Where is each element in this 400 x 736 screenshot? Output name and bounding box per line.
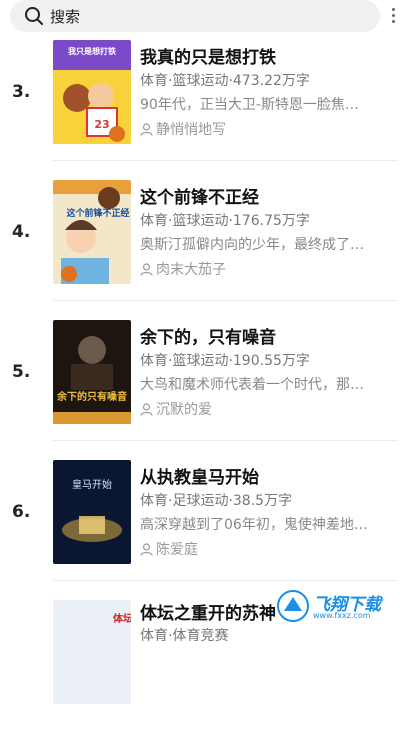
search-icon — [25, 7, 43, 25]
book-meta: 体育·篮球运动·176.75万字 — [140, 213, 310, 229]
book-title: 余下的，只有噪音 — [140, 328, 276, 348]
search-bar[interactable]: 搜索 — [10, 0, 380, 32]
book-description: 大鸟和魔术师代表着一个时代，那… — [140, 377, 364, 393]
book-cover[interactable]: 体坛 — [53, 600, 131, 704]
book-author: 静悄悄地写 — [140, 119, 226, 139]
more-icon[interactable] — [392, 6, 398, 26]
divider — [53, 160, 398, 161]
book-title: 这个前锋不正经 — [140, 188, 259, 208]
divider — [53, 580, 398, 581]
book-author: 陈爱庭 — [140, 539, 198, 559]
book-cover[interactable]: 23 我只是想打铁 — [53, 40, 131, 144]
svg-text:余下的只有噪音: 余下的只有噪音 — [56, 390, 127, 403]
person-icon — [140, 403, 153, 416]
rank-number: 5. — [12, 362, 31, 382]
book-meta: 体育·体育竞赛 — [140, 628, 229, 644]
book-meta: 体育·篮球运动·473.22万字 — [140, 73, 310, 89]
book-meta: 体育·足球运动·38.5万字 — [140, 493, 293, 509]
rank-number: 4. — [12, 222, 31, 242]
watermark-url: www.fxxz.com — [313, 611, 371, 620]
list-item[interactable]: 4. 这个前锋不正经 这个前锋不正经 体育·篮球运动·176.75万字 奥斯汀孤… — [0, 176, 400, 316]
rank-number: 6. — [12, 502, 31, 522]
watermark-logo: 飞翔下载 www.fxxz.com — [276, 586, 396, 626]
svg-text:皇马开始: 皇马开始 — [72, 478, 112, 491]
book-meta: 体育·篮球运动·190.55万字 — [140, 353, 310, 369]
book-cover[interactable]: 这个前锋不正经 — [53, 180, 131, 284]
rank-number: 3. — [12, 82, 31, 102]
svg-text:这个前锋不正经: 这个前锋不正经 — [66, 207, 129, 219]
svg-text:体坛: 体坛 — [113, 612, 131, 625]
svg-text:我只是想打铁: 我只是想打铁 — [68, 46, 116, 56]
book-author: 沉默的爱 — [140, 399, 212, 419]
book-title: 我真的只是想打铁 — [140, 48, 276, 68]
watermark-icon — [277, 590, 309, 622]
book-description: 高深穿越到了06年初，鬼使神差地… — [140, 517, 368, 533]
list-item[interactable]: 6. 皇马开始 从执教皇马开始 体育·足球运动·38.5万字 高深穿越到了06年… — [0, 456, 400, 596]
top-bar: 搜索 — [0, 0, 400, 36]
search-placeholder: 搜索 — [50, 8, 81, 26]
divider — [53, 440, 398, 441]
book-author: 肉末大茄子 — [140, 259, 226, 279]
person-icon — [140, 543, 153, 556]
book-description: 90年代，正当大卫-斯特恩一脸焦… — [140, 97, 359, 113]
book-title: 从执教皇马开始 — [140, 468, 259, 488]
list-item[interactable]: 3. 23 我只是想打铁 我真的只是想打铁 体育·篮球运动·473.22万字 9… — [0, 36, 400, 176]
person-icon — [140, 263, 153, 276]
list-item[interactable]: 5. 余下的只有噪音 余下的，只有噪音 体育·篮球运动·190.55万字 大鸟和… — [0, 316, 400, 456]
divider — [53, 300, 398, 301]
book-cover[interactable]: 余下的只有噪音 — [53, 320, 131, 424]
book-title: 体坛之重开的苏神 — [140, 604, 276, 624]
svg-text:23: 23 — [94, 118, 109, 131]
book-description: 奥斯汀孤僻内向的少年，最终成了… — [140, 237, 364, 253]
person-icon — [140, 123, 153, 136]
book-cover[interactable]: 皇马开始 — [53, 460, 131, 564]
